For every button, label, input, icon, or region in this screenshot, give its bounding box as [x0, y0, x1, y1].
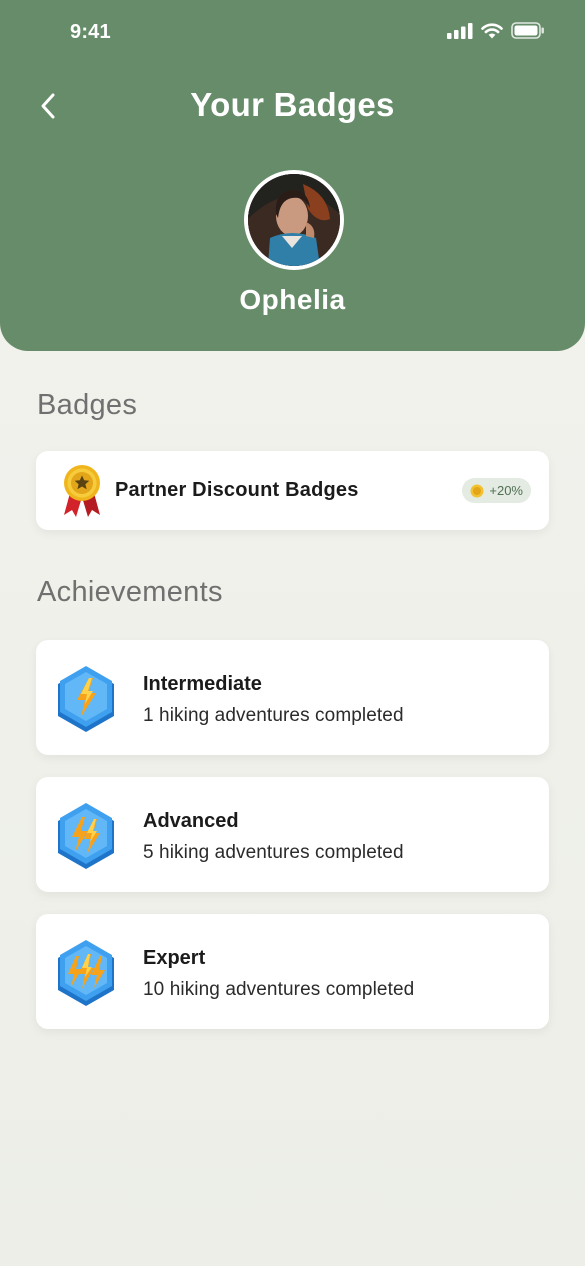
achievement-title: Expert: [143, 947, 206, 969]
lightning-hexagon-icon: [58, 803, 114, 869]
battery-icon: [511, 22, 544, 39]
bonus-value: +20%: [489, 483, 523, 498]
badges-section-title: Badges: [37, 389, 138, 421]
achievement-description: 1 hiking adventures completed: [143, 705, 404, 726]
profile-header: 9:41 Your Badges Ophelia: [0, 0, 585, 351]
status-time: 9:41: [70, 21, 111, 43]
bonus-badge: +20%: [462, 478, 531, 503]
achievement-card-expert[interactable]: Expert 10 hiking adventures completed: [36, 914, 549, 1029]
avatar-photo: [248, 174, 340, 266]
achievement-title: Intermediate: [143, 673, 262, 695]
lightning-hexagon-icon: [58, 666, 114, 732]
page-title: Your Badges: [190, 86, 395, 123]
achievement-card-intermediate[interactable]: Intermediate 1 hiking adventures complet…: [36, 640, 549, 755]
user-name: Ophelia: [239, 284, 346, 315]
coin-icon: [470, 484, 484, 497]
achievement-description: 5 hiking adventures completed: [143, 842, 404, 863]
badge-card-partner-discount[interactable]: Partner Discount Badges +20%: [36, 451, 549, 530]
wifi-icon: [481, 22, 503, 38]
status-icons: [447, 22, 545, 39]
achievements-section-title: Achievements: [37, 576, 223, 608]
achievement-description: 10 hiking adventures completed: [143, 979, 415, 1000]
lightning-hexagon-icon: [58, 940, 114, 1006]
badge-label: Partner Discount Badges: [115, 479, 359, 501]
signal-icon: [447, 22, 473, 39]
status-bar: 9:41: [0, 0, 585, 64]
avatar: [244, 170, 344, 270]
achievement-title: Advanced: [143, 810, 239, 832]
achievement-card-advanced[interactable]: Advanced 5 hiking adventures completed: [36, 777, 549, 892]
award-medal-icon: [64, 465, 100, 517]
